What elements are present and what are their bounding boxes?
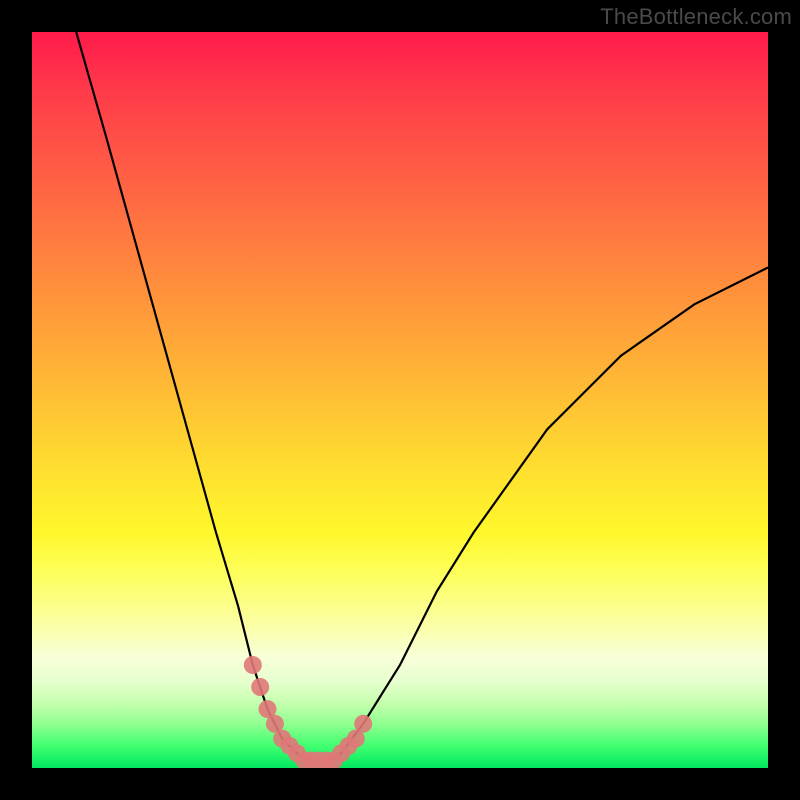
optimal-zone-markers [244,656,372,768]
optimal-point [251,678,269,696]
bottleneck-curve [76,32,768,761]
optimal-point [244,656,262,674]
plot-area [32,32,768,768]
curve-layer [32,32,768,768]
optimal-point [354,715,372,733]
watermark-text: TheBottleneck.com [600,4,792,30]
